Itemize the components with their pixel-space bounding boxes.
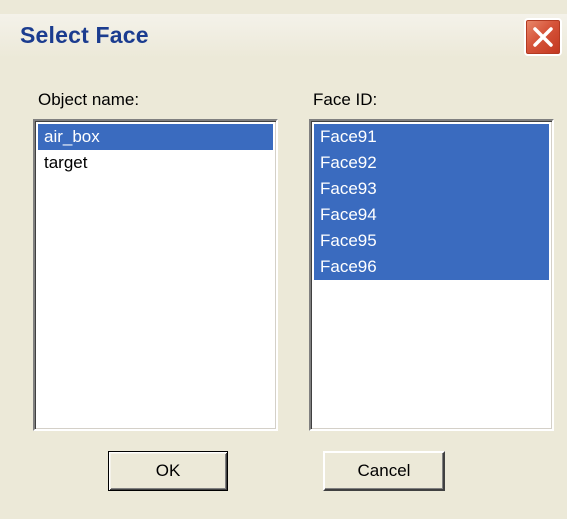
select-face-dialog: Select Face Object name: Face ID: air_bo… [0, 0, 567, 519]
close-button[interactable] [524, 18, 562, 56]
close-x-icon [533, 27, 553, 47]
list-item[interactable]: Face94 [314, 202, 549, 228]
object-name-label: Object name: [38, 90, 140, 109]
dialog-title: Select Face [20, 22, 149, 48]
cancel-button-label: Cancel [357, 461, 411, 480]
ok-button-label: OK [155, 461, 181, 480]
cancel-button[interactable]: Cancel [323, 451, 445, 491]
list-item[interactable]: air_box [38, 124, 273, 150]
ok-button[interactable]: OK [108, 451, 228, 491]
object-name-list: air_box target [38, 124, 273, 176]
list-item[interactable]: Face93 [314, 176, 549, 202]
list-item[interactable]: target [38, 150, 273, 176]
list-item[interactable]: Face92 [314, 150, 549, 176]
list-item[interactable]: Face91 [314, 124, 549, 150]
list-item[interactable]: Face96 [314, 254, 549, 280]
face-id-listbox[interactable]: Face91 Face92 Face93 Face94 Face95 Face96 [309, 119, 554, 431]
face-id-list: Face91 Face92 Face93 Face94 Face95 Face96 [314, 124, 549, 280]
list-item[interactable]: Face95 [314, 228, 549, 254]
face-id-label: Face ID: [313, 90, 378, 109]
object-name-listbox[interactable]: air_box target [33, 119, 278, 431]
